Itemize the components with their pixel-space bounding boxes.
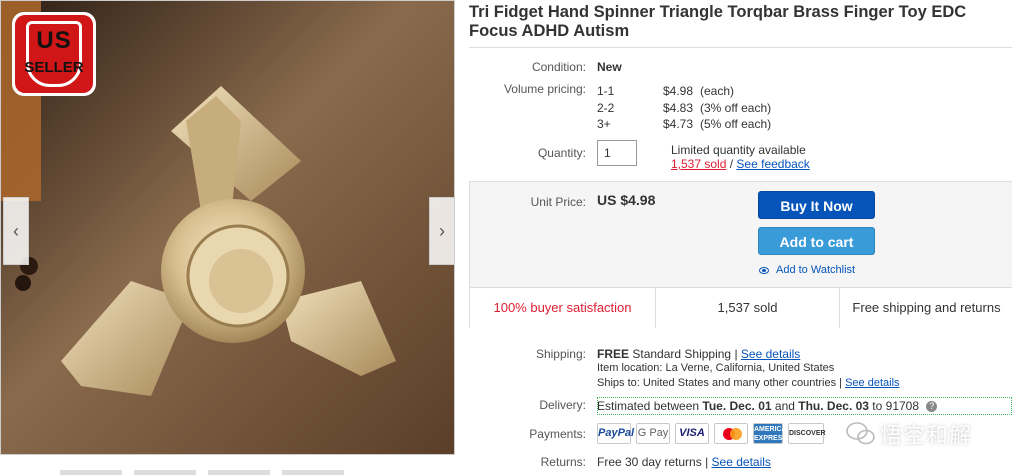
volume-tier-qty: 3+ bbox=[597, 117, 611, 131]
item-location-label: Item location: bbox=[597, 362, 663, 374]
help-icon[interactable]: ? bbox=[926, 401, 938, 413]
discover-icon: DISCOVER bbox=[788, 423, 826, 444]
shipping-see-details-link[interactable]: See details bbox=[741, 347, 800, 361]
us-seller-badge: US SELLER bbox=[12, 12, 96, 96]
buyer-satisfaction-stat: 100% buyer satisfaction bbox=[470, 288, 655, 328]
wechat-icon bbox=[846, 422, 875, 445]
delivery-estimated: Estimated between bbox=[597, 399, 700, 413]
volume-tier-qty: 2-2 bbox=[597, 101, 615, 115]
watermark-text: 悟空和解 bbox=[880, 423, 973, 448]
delivery-date-start: Tue. Dec. 01 bbox=[702, 399, 772, 413]
visa-icon: VISA bbox=[675, 423, 709, 444]
ships-to-value: United States and many other countries bbox=[642, 377, 837, 389]
shipping-label: Shipping: bbox=[535, 347, 586, 361]
sold-feedback-separator: / bbox=[729, 157, 734, 171]
google-pay-icon: G Pay bbox=[636, 423, 670, 444]
shipping-pipe: | bbox=[734, 347, 738, 361]
title-divider bbox=[469, 47, 1012, 48]
badge-us-text: US bbox=[36, 27, 72, 54]
listing-title: Tri Fidget Hand Spinner Triangle Torqbar… bbox=[469, 3, 967, 40]
ships-to-see-details-link[interactable]: See details bbox=[845, 377, 899, 389]
unit-price-value: US $4.98 bbox=[597, 192, 656, 208]
quantity-input[interactable] bbox=[597, 140, 637, 166]
badge-seller-text: SELLER bbox=[24, 59, 84, 76]
condition-value: New bbox=[597, 60, 622, 74]
eye-icon bbox=[759, 266, 769, 274]
unit-price-label: Unit Price: bbox=[530, 195, 586, 209]
add-to-watchlist-link[interactable]: Add to Watchlist bbox=[759, 264, 855, 276]
volume-tier-price: $4.73 bbox=[663, 117, 694, 131]
returns-label: Returns: bbox=[540, 455, 586, 469]
delivery-date-end: Thu. Dec. 03 bbox=[798, 399, 869, 413]
item-location-value: La Verne, California, United States bbox=[665, 362, 835, 374]
product-image-viewer[interactable]: US SELLER ‹ › bbox=[0, 0, 455, 455]
payments-label: Payments: bbox=[529, 427, 586, 441]
returns-pipe: | bbox=[705, 455, 709, 469]
previous-image-button[interactable]: ‹ bbox=[3, 197, 29, 265]
returns-value: Free 30 day returns bbox=[597, 455, 702, 469]
american-express-icon: AMERICAN EXPRESS bbox=[753, 423, 792, 444]
delivery-label: Delivery: bbox=[539, 398, 586, 412]
shipping-method: Standard Shipping bbox=[632, 347, 732, 361]
delivery-zip: to 91708 bbox=[872, 399, 920, 413]
thumbnail[interactable] bbox=[282, 470, 344, 475]
volume-tier-price: $4.83 bbox=[663, 101, 694, 115]
shipping-free: FREE bbox=[597, 347, 630, 361]
next-image-button[interactable]: › bbox=[429, 197, 454, 265]
mastercard-icon bbox=[714, 423, 748, 444]
delivery-and: and bbox=[774, 399, 795, 413]
condition-label: Condition: bbox=[531, 60, 586, 74]
thumbnail[interactable] bbox=[208, 470, 270, 475]
returns-see-details-link[interactable]: See details bbox=[712, 455, 771, 469]
sold-stat: 1,537 sold bbox=[656, 288, 839, 328]
ships-to-pipe: | bbox=[839, 377, 843, 389]
ships-to-label: Ships to: bbox=[597, 377, 640, 389]
buy-it-now-button[interactable]: Buy It Now bbox=[758, 191, 875, 219]
thumbnail[interactable] bbox=[60, 470, 122, 475]
volume-tier-note: (3% off each) bbox=[700, 101, 772, 115]
paypal-icon: PayPal bbox=[597, 423, 634, 444]
volume-tier-price: $4.98 bbox=[663, 84, 694, 98]
quantity-label: Quantity: bbox=[537, 146, 586, 160]
volume-tier-note: (each) bbox=[700, 84, 735, 98]
free-shipping-stat: Free shipping and returns bbox=[840, 288, 1012, 328]
listing-page: US SELLER ‹ › Tri Fidget Hand Spinner Tr… bbox=[0, 0, 1012, 475]
volume-tier-qty: 1-1 bbox=[597, 84, 615, 98]
see-feedback-link[interactable]: See feedback bbox=[736, 157, 809, 171]
thumbnail[interactable] bbox=[134, 470, 196, 475]
watchlist-label: Add to Watchlist bbox=[776, 264, 856, 276]
add-to-cart-button[interactable]: Add to cart bbox=[758, 227, 875, 255]
availability-text: Limited quantity available bbox=[671, 143, 806, 157]
volume-tier-note: (5% off each) bbox=[700, 117, 772, 131]
sold-count-link[interactable]: 1,537 sold bbox=[671, 157, 726, 171]
volume-pricing-label: Volume pricing: bbox=[503, 82, 586, 96]
